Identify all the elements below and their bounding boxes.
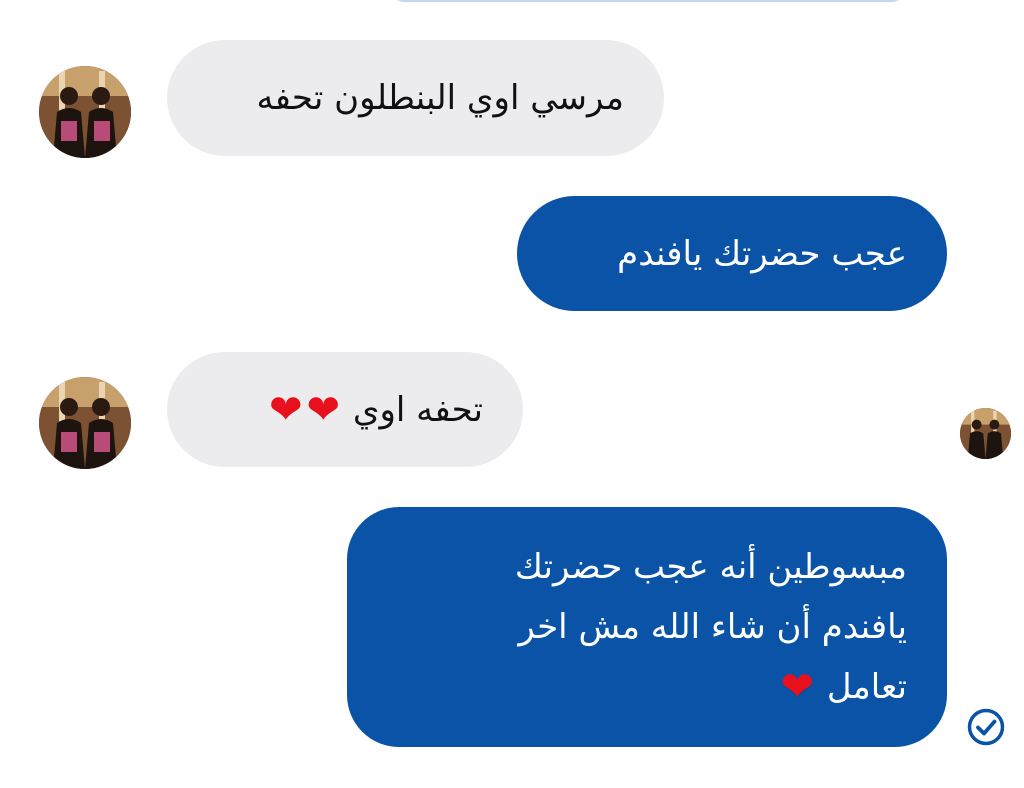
message-bubble-incoming[interactable]: تحفه اوي ❤❤	[167, 352, 523, 467]
contact-avatar[interactable]	[39, 377, 131, 469]
message-text-line: يافندم أن شاء الله مش اخر	[518, 607, 907, 647]
contact-photo-icon	[39, 377, 131, 469]
heart-emoji-icon: ❤	[780, 664, 814, 710]
read-receipt-avatar	[960, 408, 1011, 459]
read-check-icon	[967, 708, 1005, 746]
message-text: عجب حضرتك يافندم	[617, 234, 907, 274]
contact-avatar[interactable]	[39, 66, 131, 158]
message-bubble-incoming[interactable]: مرسي اوي البنطلون تحفه	[167, 40, 664, 156]
message-text: مرسي اوي البنطلون تحفه	[256, 78, 624, 118]
message-text-line-with-emoji: تعامل ❤	[387, 657, 907, 717]
message-text: تعامل	[826, 667, 907, 707]
previous-message-bubble-edge	[392, 0, 904, 2]
message-text-line: مبسوطين أنه عجب حضرتك	[514, 547, 907, 587]
message-bubble-outgoing[interactable]: مبسوطين أنه عجب حضرتك يافندم أن شاء الله…	[347, 507, 947, 747]
contact-photo-icon	[960, 408, 1011, 459]
heart-emoji-icon: ❤	[269, 387, 303, 433]
chat-thread: مرسي اوي البنطلون تحفه عجب حضرتك يافندم …	[0, 0, 1024, 788]
message-bubble-outgoing[interactable]: عجب حضرتك يافندم	[517, 196, 947, 311]
contact-photo-icon	[39, 66, 131, 158]
heart-emoji-icon: ❤	[306, 387, 341, 433]
message-text: تحفه اوي	[352, 390, 483, 430]
